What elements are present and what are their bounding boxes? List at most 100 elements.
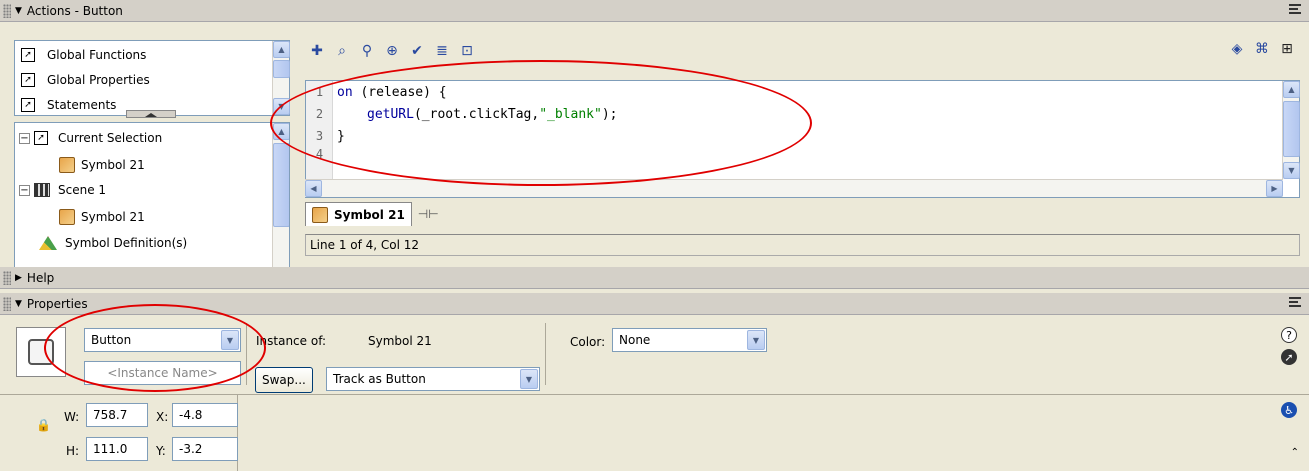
grip-icon[interactable]: [3, 296, 11, 311]
script-tabs: Symbol 21 ⊣⊢: [305, 202, 439, 226]
book-icon: ➚: [21, 98, 35, 112]
instance-of-label: Instance of:: [256, 334, 327, 348]
color-effect-select[interactable]: None ▼: [612, 328, 767, 352]
accessibility-icon[interactable]: ♿: [1281, 402, 1297, 418]
target-icon[interactable]: ⊕: [383, 42, 401, 60]
button-symbol-icon: [59, 209, 75, 225]
auto-format-icon[interactable]: ≣: [433, 42, 451, 60]
actions-panel-header[interactable]: ▼ Actions - Button: [0, 0, 1309, 22]
color-label: Color:: [570, 335, 606, 349]
scroll-up-icon[interactable]: ▲: [273, 123, 289, 140]
y-input[interactable]: -3.2: [172, 437, 238, 461]
toolbox-top-scrollbar[interactable]: ▲ ▼: [272, 41, 290, 115]
actions-panel-title: Actions - Button: [26, 3, 123, 18]
help-icon[interactable]: ?: [1281, 327, 1297, 343]
menu-icon[interactable]: ⊞: [1278, 40, 1296, 58]
chevron-down-icon[interactable]: ▼: [520, 369, 538, 389]
height-label: H:: [66, 444, 80, 458]
tree-item-current-selection[interactable]: − ➚ Current Selection: [19, 131, 162, 145]
add-icon[interactable]: ✚: [308, 42, 326, 60]
toolbox-item-statements[interactable]: ➚ Statements: [21, 98, 116, 115]
divider: [0, 394, 1309, 395]
width-label: W:: [64, 410, 80, 424]
toolbox-item-global-functions[interactable]: ➚ Global Functions: [21, 48, 146, 62]
width-input[interactable]: 758.7: [86, 403, 148, 427]
pin-script-icon[interactable]: ⊣⊢: [418, 207, 439, 221]
expand-triangle-icon[interactable]: ▶: [15, 273, 22, 283]
code-line[interactable]: 3 }: [306, 125, 345, 147]
collapse-triangle-icon[interactable]: ▼: [15, 299, 22, 309]
panel-menu-icon[interactable]: [1289, 4, 1301, 16]
properties-panel-header[interactable]: ▼ Properties: [0, 293, 1309, 315]
scroll-up-icon[interactable]: ▲: [1283, 81, 1300, 98]
grip-icon[interactable]: [3, 3, 11, 18]
scroll-up-icon[interactable]: ▲: [273, 41, 290, 58]
find-icon[interactable]: ⌕: [333, 42, 351, 60]
chevron-down-icon[interactable]: ▼: [221, 330, 239, 350]
button-symbol-icon: [312, 206, 328, 223]
actions-toolbox-categories: ➚ Global Functions ➚ Global Properties ➚…: [14, 40, 290, 116]
library-icon: [39, 236, 57, 250]
tab-symbol-21[interactable]: Symbol 21: [305, 202, 412, 226]
book-icon: ➚: [21, 73, 35, 87]
divider: [246, 323, 247, 385]
code-line[interactable]: 4: [306, 147, 333, 161]
debug-icon[interactable]: ◈: [1228, 40, 1246, 58]
instance-name-input[interactable]: <Instance Name>: [84, 361, 241, 385]
scroll-down-icon[interactable]: ▼: [1283, 162, 1300, 179]
code-line[interactable]: 2 getURL (_root.clickTag, "_blank" );: [306, 103, 618, 125]
divider: [545, 323, 546, 385]
scroll-right-icon[interactable]: ▶: [1266, 180, 1283, 197]
code-line[interactable]: 1 on (release) {: [306, 81, 447, 103]
book-icon: ➚: [21, 48, 35, 62]
tree-item-symbol-definitions[interactable]: Symbol Definition(s): [39, 236, 187, 252]
y-label: Y:: [156, 444, 166, 458]
button-symbol-icon: [59, 157, 75, 173]
actions-panel-body: ➚ Global Functions ➚ Global Properties ➚…: [0, 30, 1309, 286]
tree-item-scene-symbol-21[interactable]: Symbol 21: [59, 209, 145, 225]
collapse-triangle-icon[interactable]: ▼: [15, 6, 22, 16]
symbol-type-select[interactable]: Button ▼: [84, 328, 241, 352]
actions-toolbar: ✚ ⌕ ⚲ ⊕ ✔ ≣ ⊡ ◈ ⌘ ⊞: [308, 40, 1303, 62]
check-syntax-icon[interactable]: ✔: [408, 42, 426, 60]
grip-icon[interactable]: [3, 270, 11, 285]
help-panel-title: Help: [26, 270, 55, 285]
tree-item-symbol-21[interactable]: Symbol 21: [59, 157, 145, 173]
script-navigator-tree: − ➚ Current Selection Symbol 21 − Scene …: [14, 122, 290, 286]
tracking-select[interactable]: Track as Button ▼: [326, 367, 540, 391]
instance-of-value: Symbol 21: [368, 334, 432, 348]
scroll-down-icon[interactable]: ▼: [273, 98, 290, 115]
toolbox-splitter[interactable]: [126, 110, 176, 118]
replace-icon[interactable]: ⚲: [358, 42, 376, 60]
scroll-thumb[interactable]: [273, 143, 289, 227]
properties-panel-body: Button ▼ <Instance Name> Instance of: Sy…: [0, 315, 1309, 471]
collapse-icon[interactable]: −: [19, 184, 30, 196]
help-panel-header[interactable]: ▶ Help: [0, 267, 1309, 289]
edit-actions-icon[interactable]: ➚: [1281, 349, 1297, 365]
scene-icon: [34, 183, 50, 197]
scroll-left-icon[interactable]: ◀: [305, 180, 322, 197]
book-icon: ➚: [34, 131, 48, 145]
editor-status-bar: Line 1 of 4, Col 12: [305, 234, 1300, 256]
toolbox-item-global-properties[interactable]: ➚ Global Properties: [21, 73, 150, 87]
chevron-down-icon[interactable]: ▼: [747, 330, 765, 350]
scroll-thumb[interactable]: [273, 60, 290, 78]
editor-vscrollbar[interactable]: ▲ ▼: [1282, 81, 1300, 179]
cursor-position-text: Line 1 of 4, Col 12: [310, 238, 420, 252]
hand-pointer-icon: [28, 339, 54, 365]
expand-up-icon[interactable]: ⌃: [1291, 447, 1299, 458]
scroll-thumb[interactable]: [1283, 101, 1300, 157]
x-input[interactable]: -4.8: [172, 403, 238, 427]
button-symbol-preview: [16, 327, 66, 377]
collapse-icon[interactable]: −: [19, 132, 30, 144]
tree-item-scene-1[interactable]: − Scene 1: [19, 183, 106, 197]
panel-menu-icon[interactable]: [1289, 297, 1301, 309]
swap-button[interactable]: Swap...: [255, 367, 313, 393]
tree-scrollbar[interactable]: ▲ ▼: [272, 123, 289, 285]
height-input[interactable]: 111.0: [86, 437, 148, 461]
properties-panel-title: Properties: [26, 296, 88, 311]
lock-icon[interactable]: 🔒: [36, 418, 51, 432]
editor-hscrollbar[interactable]: ◀ ▶: [305, 179, 1283, 197]
code-hint-icon[interactable]: ⊡: [458, 42, 476, 60]
script-assist-icon[interactable]: ⌘: [1253, 40, 1271, 58]
